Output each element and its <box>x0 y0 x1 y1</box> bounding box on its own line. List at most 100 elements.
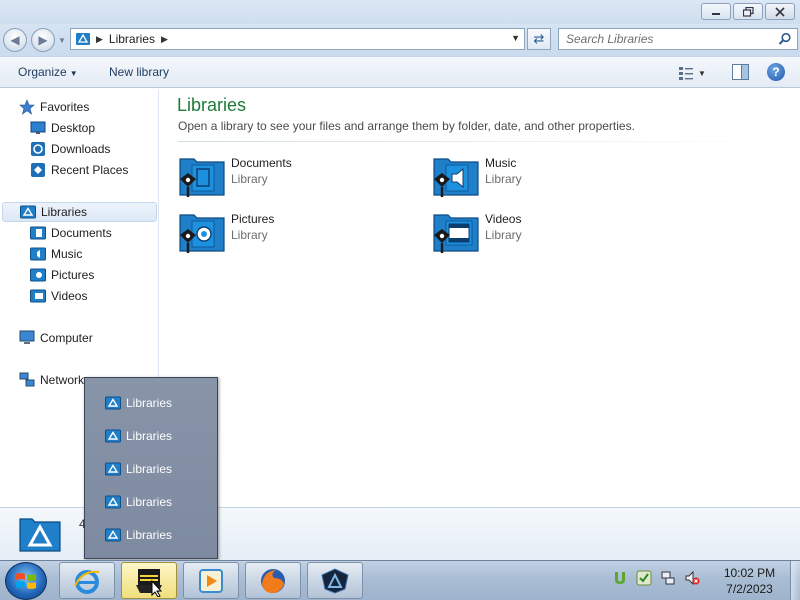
library-tile-pictures[interactable]: Pictures Library <box>178 209 398 255</box>
jumplist-item[interactable]: Libraries <box>105 460 172 478</box>
jumplist-item-label: Libraries <box>126 495 173 509</box>
jumplist-item-label: Libraries <box>126 396 173 410</box>
search-icon[interactable] <box>778 32 792 46</box>
taskbar: 10:02 PM 7/2/2023 <box>0 560 800 600</box>
refresh-button[interactable]: ⇄ <box>527 28 551 50</box>
windows-logo-icon <box>16 573 36 589</box>
title-bar <box>0 0 800 24</box>
jumplist-item-label: Libraries <box>126 462 173 476</box>
library-name: Music <box>485 156 517 170</box>
preview-pane-button[interactable] <box>732 64 749 80</box>
address-bar[interactable]: ▶ Libraries ▶ ▼ <box>70 28 525 50</box>
utorrent-icon[interactable] <box>612 570 628 586</box>
nav-recent-places-label: Recent Places <box>51 163 129 177</box>
jumplist-item[interactable]: Libraries <box>105 427 172 445</box>
clock-date: 7/2/2023 <box>726 582 773 596</box>
nav-videos-label: Videos <box>51 289 88 303</box>
search-input[interactable] <box>559 29 769 49</box>
library-type: Library <box>485 172 522 186</box>
chevron-down-icon: ▼ <box>69 69 78 78</box>
nav-network-label: Network <box>40 373 85 387</box>
libraries-icon <box>105 396 121 410</box>
nav-downloads[interactable]: Downloads <box>30 139 110 159</box>
library-tile-music[interactable]: Music Library <box>432 153 652 199</box>
nav-network[interactable]: Network <box>19 370 84 390</box>
computer-icon <box>19 330 35 344</box>
library-type: Library <box>231 172 268 186</box>
taskbar-app-active[interactable] <box>121 562 177 599</box>
back-arrow-icon: ◀ <box>10 33 20 47</box>
content-pane: Libraries Open a library to see your fil… <box>160 89 800 507</box>
breadcrumb-chevron-icon[interactable]: ▶ <box>161 34 168 45</box>
close-button[interactable] <box>765 3 795 20</box>
minimize-button[interactable] <box>701 3 731 20</box>
nav-computer-label: Computer <box>40 331 93 345</box>
libraries-icon <box>20 205 36 219</box>
help-button[interactable]: ? <box>767 63 785 81</box>
libraries-large-icon <box>19 518 61 552</box>
refresh-icon: ⇄ <box>533 31 545 46</box>
breadcrumb-separator-icon[interactable]: ▶ <box>96 34 103 45</box>
library-name: Pictures <box>231 212 275 226</box>
taskbar-libraries-explorer[interactable] <box>307 562 363 599</box>
new-library-button[interactable]: New library <box>109 65 169 79</box>
network-tray-icon[interactable] <box>660 570 676 586</box>
media-player-icon <box>199 568 223 593</box>
forward-button[interactable]: ▶ <box>31 28 55 52</box>
nav-desktop-label: Desktop <box>51 121 96 135</box>
nav-favorites-label: Favorites <box>40 100 90 114</box>
library-tile-documents[interactable]: Documents Library <box>178 153 398 199</box>
volume-muted-icon[interactable] <box>684 570 700 586</box>
nav-music-label: Music <box>51 247 83 261</box>
nav-pictures[interactable]: Pictures <box>30 265 94 285</box>
organize-button[interactable]: Organize ▼ <box>18 65 78 79</box>
libraries-icon <box>105 528 121 542</box>
search-box[interactable] <box>558 28 798 50</box>
music-library-icon <box>30 247 46 261</box>
jumplist-item[interactable]: Libraries <box>105 394 172 412</box>
recent-pages-dropdown[interactable]: ▼ <box>58 36 66 45</box>
nav-favorites[interactable]: Favorites <box>19 97 89 117</box>
nav-documents[interactable]: Documents <box>30 223 112 243</box>
libraries-app-icon <box>321 567 349 594</box>
libraries-icon <box>105 429 121 443</box>
taskbar-internet-explorer[interactable] <box>59 562 115 599</box>
nav-videos[interactable]: Videos <box>30 286 87 306</box>
nav-libraries[interactable]: Libraries <box>2 202 157 222</box>
jumplist-item[interactable]: Libraries <box>105 493 172 511</box>
header-divider <box>178 141 783 142</box>
nav-desktop[interactable]: Desktop <box>30 118 95 138</box>
organize-label: Organize <box>18 65 67 79</box>
libraries-icon <box>76 33 90 45</box>
taskbar-clock[interactable]: 10:02 PM 7/2/2023 <box>712 565 787 597</box>
taskbar-firefox[interactable] <box>245 562 301 599</box>
forward-arrow-icon: ▶ <box>38 33 48 47</box>
back-button[interactable]: ◀ <box>3 28 27 52</box>
security-check-icon[interactable] <box>636 570 652 586</box>
command-bar: Organize ▼ New library ▼ ? <box>0 56 800 88</box>
address-dropdown-icon[interactable]: ▼ <box>511 33 520 43</box>
start-button[interactable] <box>5 562 47 600</box>
clock-time: 10:02 PM <box>723 566 776 580</box>
maximize-button[interactable] <box>733 3 763 20</box>
videos-library-icon <box>433 214 479 253</box>
nav-music[interactable]: Music <box>30 244 82 264</box>
documents-library-icon <box>179 158 225 197</box>
change-view-button[interactable]: ▼ <box>678 64 714 82</box>
pictures-library-icon <box>30 268 46 282</box>
nav-computer[interactable]: Computer <box>19 328 93 348</box>
library-type: Library <box>231 228 268 242</box>
recent-places-icon <box>31 163 45 177</box>
jumplist-item[interactable]: Libraries <box>105 526 172 544</box>
library-tile-videos[interactable]: Videos Library <box>432 209 652 255</box>
show-desktop-button[interactable] <box>790 561 800 600</box>
address-row: ◀ ▶ ▼ ▶ Libraries ▶ ▼ ⇄ <box>0 24 800 56</box>
nav-libraries-label: Libraries <box>41 205 88 219</box>
restore-icon <box>742 6 754 17</box>
system-tray <box>612 570 700 586</box>
taskbar-jumplist: Libraries Libraries Libraries Libraries … <box>84 377 218 559</box>
nav-recent-places[interactable]: Recent Places <box>30 160 128 180</box>
library-name: Videos <box>485 212 522 226</box>
taskbar-media-player[interactable] <box>183 562 239 599</box>
breadcrumb-libraries[interactable]: Libraries <box>109 32 155 46</box>
